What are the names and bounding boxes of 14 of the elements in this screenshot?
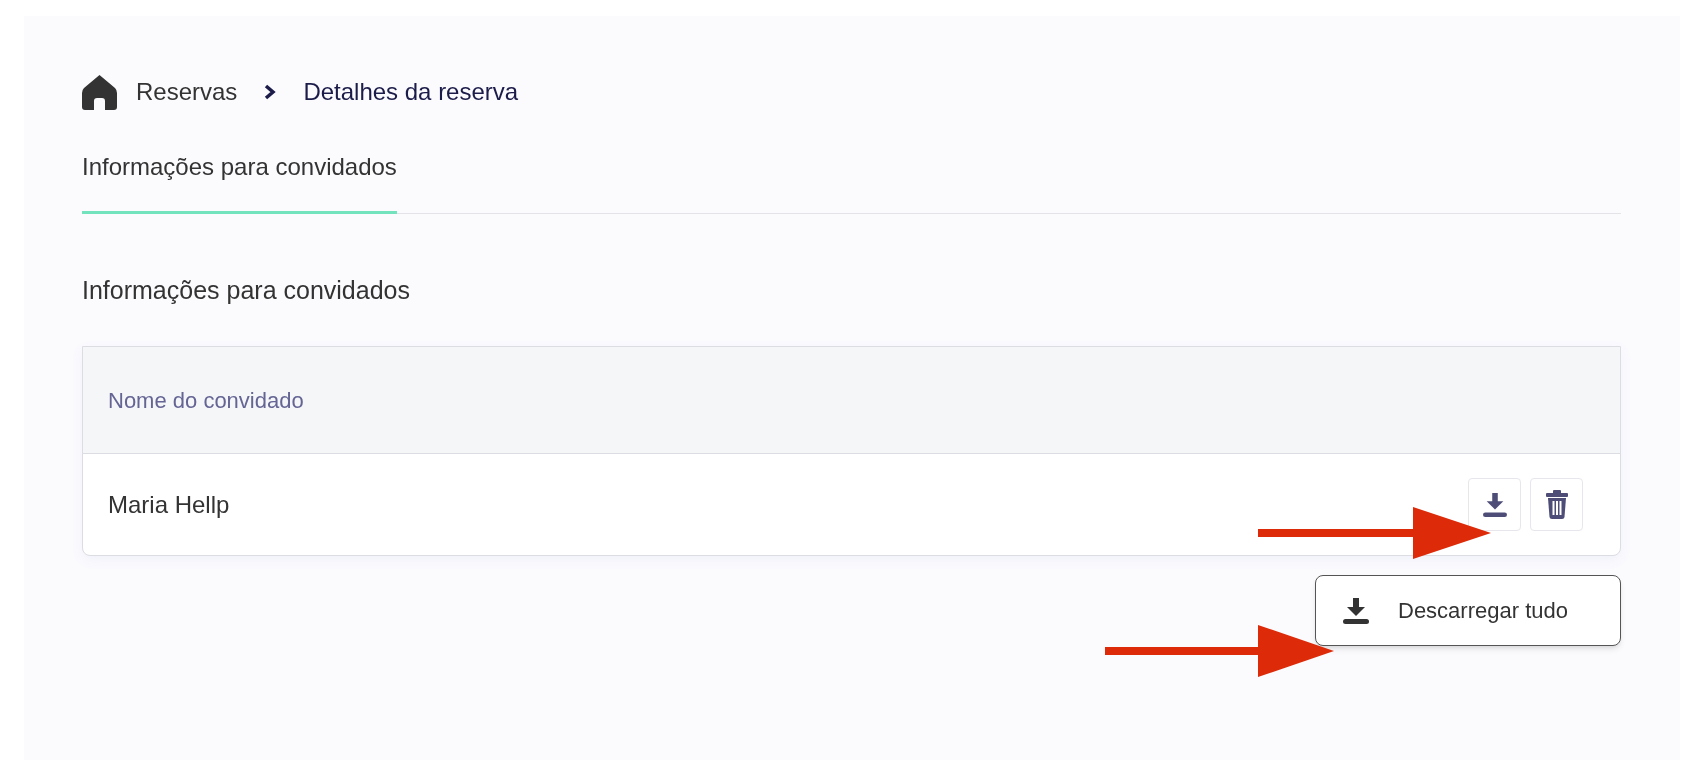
download-button[interactable]	[1468, 478, 1521, 531]
delete-button[interactable]	[1530, 478, 1583, 531]
breadcrumb-link[interactable]: Reservas	[136, 74, 238, 110]
tab[interactable]: Informações para convidados	[82, 146, 397, 214]
trash-icon	[1545, 490, 1568, 519]
download-all-button[interactable]: Descarregar tudo	[1315, 575, 1621, 646]
chevron-icon	[264, 84, 277, 100]
home-icon	[82, 74, 117, 110]
download-icon	[1342, 597, 1370, 624]
table-cell-text: Maria Hellp	[108, 489, 230, 520]
column-header: Nome do convidado	[108, 386, 304, 415]
download-icon	[1481, 492, 1508, 517]
section-title: Informações para convidados	[82, 275, 411, 306]
breadcrumb-current: Detalhes da reserva	[303, 77, 519, 107]
